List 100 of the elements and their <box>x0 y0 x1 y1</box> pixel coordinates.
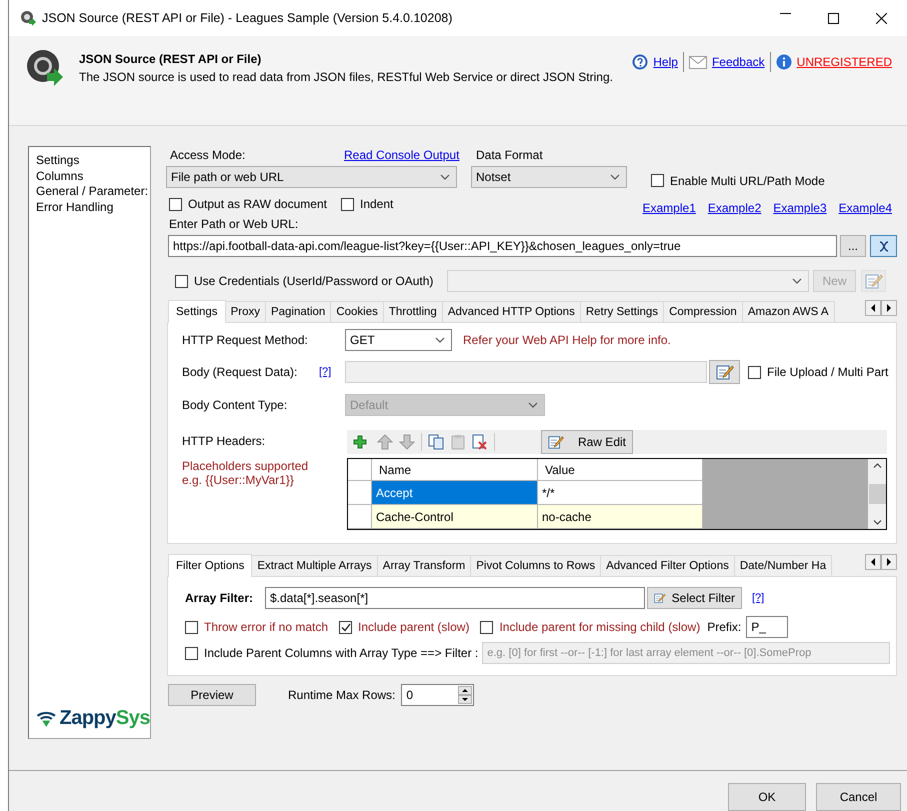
triangle-right-icon <box>886 304 892 312</box>
tab[interactable]: Amazon AWS A <box>742 301 835 322</box>
link[interactable]: Example4 <box>838 201 892 216</box>
triangle-right-icon <box>886 558 892 566</box>
window-title: JSON Source (REST API or File) - Leagues Sample (Version 5.4.0.10208) <box>42 11 452 25</box>
scroll-left-button[interactable] <box>865 300 881 316</box>
unregistered-link[interactable]: UNREGISTERED <box>796 55 892 69</box>
dialog-button[interactable]: OK <box>728 783 806 811</box>
field-label: HTTP Headers: <box>182 434 266 448</box>
field-label: HTTP Request Method: <box>182 333 309 348</box>
checkbox-label: Throw error if no match <box>204 620 328 634</box>
checkbox[interactable] <box>651 174 664 188</box>
app-logo-icon <box>25 48 65 88</box>
checkbox-label: Include parent (slow) <box>358 620 470 634</box>
table-cell[interactable]: Cache-Control <box>372 505 538 530</box>
raw-edit-button[interactable]: Raw Edit <box>541 430 633 454</box>
tab[interactable]: Filter Options <box>168 554 252 578</box>
checkbox-label: Indent <box>360 197 394 212</box>
help-link[interactable]: [?] <box>752 592 764 604</box>
tab[interactable]: Date/Number Ha <box>734 555 832 576</box>
checkbox[interactable] <box>341 198 354 211</box>
chevron-up-icon[interactable] <box>872 463 882 468</box>
row-header <box>348 481 372 506</box>
hint-text: Refer your Web API Help for more info. <box>463 333 671 348</box>
checkbox-label: Include parent for missing child (slow) <box>499 620 700 634</box>
brand-logo: ZappySys <box>60 707 150 730</box>
info-icon <box>776 54 792 70</box>
add-icon[interactable] <box>353 435 367 450</box>
triangle-left-icon <box>870 304 876 312</box>
prefix-field[interactable]: P_ <box>746 616 788 638</box>
row-header <box>348 459 372 482</box>
notepad-pencil-icon <box>716 364 734 380</box>
checkbox-label: Enable Multi URL/Path Mode <box>670 174 825 188</box>
preview-button[interactable]: Preview <box>168 684 256 706</box>
spin-buttons-icon[interactable] <box>458 686 472 704</box>
checkbox-label: Include Parent Columns with Array Type ==> Filter : <box>204 646 478 660</box>
checkbox[interactable] <box>185 620 198 634</box>
header-title: JSON Source (REST API or File) <box>79 52 262 66</box>
dropdown[interactable]: GET <box>345 329 452 352</box>
tab[interactable]: Settings <box>168 300 226 324</box>
dropdown[interactable]: Notset <box>471 166 627 188</box>
field-label: Data Format <box>476 148 543 162</box>
link[interactable]: Read Console Output <box>344 148 476 162</box>
scroll-left-button[interactable] <box>865 554 881 570</box>
chevron-down-icon[interactable] <box>872 520 882 526</box>
placeholder-note: Placeholders supported e.g. {{User::MyVar1}} <box>182 459 310 488</box>
field-label: Access Mode: <box>170 148 246 162</box>
field-label: Array Filter: <box>185 591 254 606</box>
scroll-right-button[interactable] <box>881 300 897 316</box>
field-label: Prefix: <box>707 620 742 634</box>
expression-button[interactable] <box>870 235 897 258</box>
select-filter-button[interactable]: Select Filter <box>647 587 742 610</box>
checkbox-label: Output as RAW document <box>188 197 327 212</box>
scroll-right-button[interactable] <box>881 554 897 570</box>
checkbox[interactable] <box>339 620 352 634</box>
checkbox[interactable] <box>480 620 494 634</box>
sidebar-item[interactable]: Columns <box>36 168 150 184</box>
dropdown[interactable]: File path or web URL <box>166 166 457 188</box>
cross-icon <box>878 240 890 252</box>
browse-button[interactable]: ... <box>840 235 866 258</box>
checkbox-label: Use Credentials (UserId/Password or OAuth) <box>194 274 434 288</box>
edit-button[interactable] <box>709 360 740 384</box>
link[interactable]: Feedback <box>712 55 765 69</box>
dialog-button[interactable]: Cancel <box>816 783 901 811</box>
notepad-pencil-icon <box>548 434 564 450</box>
table-cell[interactable]: */* <box>538 481 703 506</box>
chevron-down-icon <box>528 402 538 408</box>
sidebar-item[interactable]: General / Parameter: <box>36 184 150 200</box>
delete-icon[interactable] <box>472 434 488 450</box>
number-field[interactable]: 0 <box>401 684 474 706</box>
field-label: Body Content Type: <box>182 398 288 412</box>
app-icon <box>20 10 36 26</box>
link[interactable]: Example3 <box>773 201 827 216</box>
checkbox[interactable] <box>185 646 198 660</box>
checkbox[interactable] <box>169 198 182 211</box>
maximize-icon[interactable] <box>828 12 838 24</box>
checkbox[interactable] <box>748 366 761 379</box>
close-icon[interactable] <box>876 12 886 24</box>
column-header: Value <box>538 459 703 482</box>
minimize-icon[interactable] <box>780 12 790 14</box>
url-field[interactable]: https://api.football-data-api.com/league-list?key={{User::API_KEY}}&chosen_leagues_only=true <box>168 235 837 258</box>
scrollbar[interactable] <box>868 459 886 530</box>
envelope-icon <box>688 56 707 68</box>
filter-field[interactable]: $.data[*].season[*] <box>265 587 645 610</box>
field-label: Body (Request Data): <box>182 365 298 380</box>
sidebar-item[interactable]: Settings <box>36 153 150 169</box>
header-description: The JSON source is used to read data from JSON files, RESTful Web Service or direct JSON String. <box>79 70 613 84</box>
row-header <box>348 505 372 530</box>
column-header: Name <box>372 459 538 482</box>
sidebar-item[interactable]: Error Handling <box>36 200 150 216</box>
table-cell[interactable]: Accept <box>372 481 538 506</box>
triangle-left-icon <box>870 558 876 566</box>
chevron-down-icon <box>440 174 450 180</box>
link[interactable]: Help <box>653 55 678 69</box>
copy-icon[interactable] <box>428 434 444 450</box>
help-icon <box>632 54 648 70</box>
chevron-down-icon <box>435 337 445 344</box>
table-cell[interactable]: no-cache <box>538 505 703 530</box>
link[interactable]: Example2 <box>708 201 762 216</box>
link[interactable]: Example1 <box>642 201 696 216</box>
